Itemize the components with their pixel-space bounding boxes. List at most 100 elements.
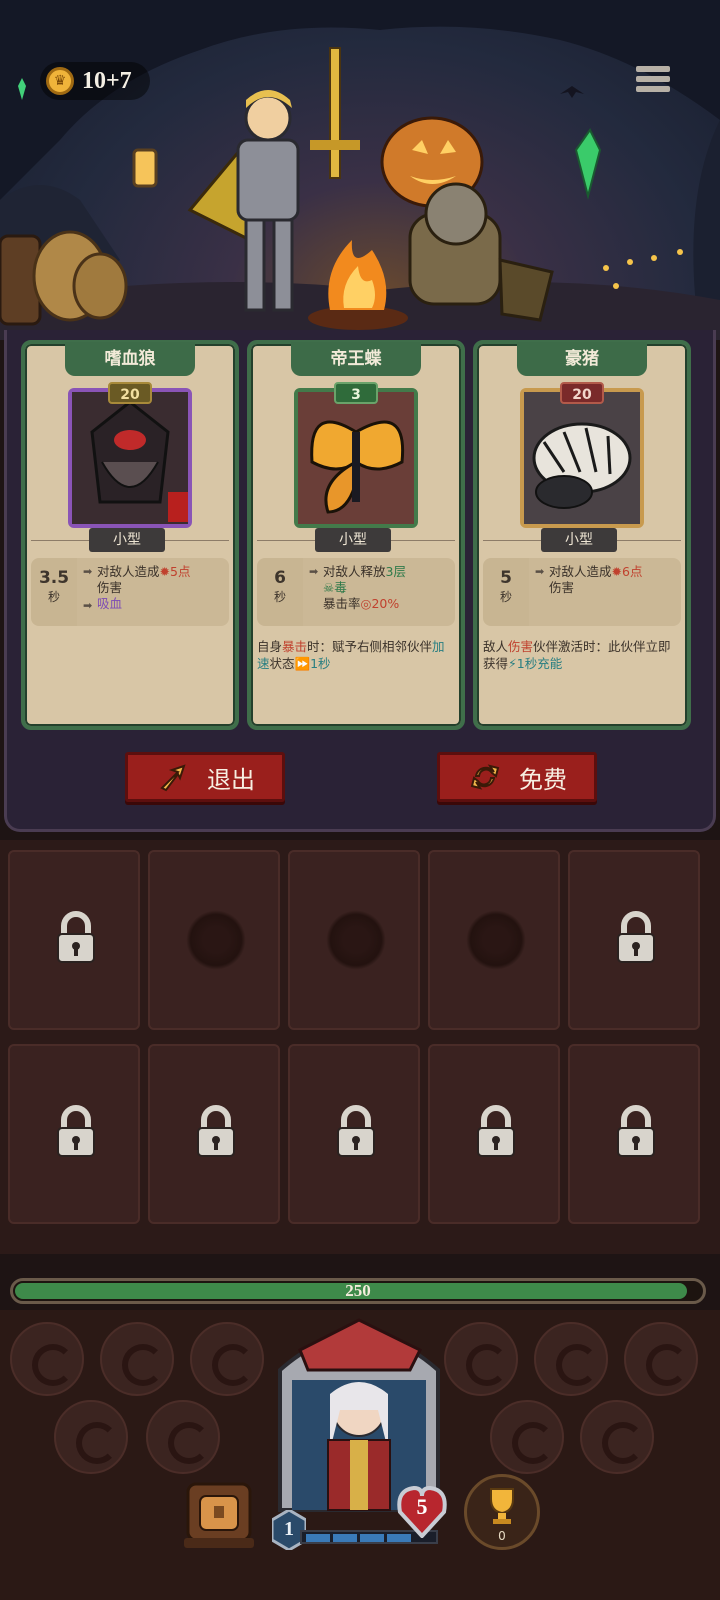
ability-slot[interactable] (100, 1322, 174, 1396)
cooldown-value: 6 (274, 568, 286, 588)
locked-slot[interactable] (8, 1044, 140, 1224)
haste-time: 1秒 (310, 656, 331, 671)
haste-icon: ⏩ (294, 656, 311, 671)
lock-icon (477, 1105, 515, 1157)
empty-slot[interactable] (428, 850, 560, 1030)
damage-keyword: 伤害 (508, 639, 534, 654)
ability-slot[interactable] (190, 1322, 264, 1396)
effect-suffix: 伤害 (97, 580, 123, 595)
spiral-icon (466, 910, 526, 970)
shop-card-wolf[interactable]: 嗜血狼 20 小型 3.5 秒 ➡ 对敌人造成✹5点 伤害 ➡ 吸血 (21, 340, 239, 730)
empty-slot[interactable] (288, 850, 420, 1030)
poison-label: 毒 (334, 580, 347, 595)
card-name: 帝王蝶 (291, 342, 421, 376)
cooldown-value: 5 (500, 568, 512, 588)
porcupine-art (524, 392, 640, 524)
refresh-icon (467, 759, 503, 795)
health-value: 250 (345, 1281, 371, 1300)
passive-text: 时：赋予右侧相邻伙伴 (307, 639, 433, 654)
cooldown-value: 3.5 (38, 568, 70, 588)
ability-slot[interactable] (10, 1322, 84, 1396)
damage-icon: ✹ (611, 564, 622, 579)
card-name: 豪猪 (517, 342, 647, 376)
exit-button[interactable]: 退出 (125, 752, 285, 802)
card-type: 小型 (541, 528, 617, 552)
card-art-porcupine: 20 (520, 382, 644, 528)
ability-slot[interactable] (146, 1400, 220, 1474)
empty-slot[interactable] (148, 850, 280, 1030)
crit-keyword: 暴击 (282, 639, 308, 654)
effect-box: ➡ 对敌人造成✹6点 伤害 (529, 558, 681, 626)
chest-icon (184, 1482, 254, 1548)
charge-time: 1秒 (516, 656, 538, 671)
charge-icon: ⚡ (508, 656, 517, 671)
ability-slot[interactable] (534, 1322, 608, 1396)
card-art-butterfly: 3 (294, 382, 418, 528)
card-level-badge: 20 (560, 382, 604, 404)
shop-card-butterfly[interactable]: 帝王蝶 3 小型 6 秒 ➡ 对敌人释放3层 ☠毒 暴击率◎20% 自身暴击时：… (247, 340, 465, 730)
charge-keyword: 充能 (537, 656, 563, 671)
lock-icon (617, 911, 655, 963)
free-label: 免费 (519, 765, 567, 794)
cooldown-box: 5 秒 (483, 558, 529, 626)
locked-slot[interactable] (568, 850, 700, 1030)
locked-slot[interactable] (568, 1044, 700, 1224)
hamburger-menu-icon (636, 66, 670, 72)
free-refresh-button[interactable]: 免费 (437, 752, 597, 802)
effect-text: 对敌人造成 (97, 564, 160, 579)
damage-icon: ✹ (159, 564, 170, 579)
effect-suffix: 伤害 (549, 580, 575, 595)
ability-slot[interactable] (54, 1400, 128, 1474)
card-art-wolf: 20 (68, 382, 192, 528)
crit-label: 暴击率 (323, 596, 361, 611)
lock-icon (197, 1105, 235, 1157)
xp-segment (360, 1534, 384, 1542)
card-type: 小型 (315, 528, 391, 552)
coin-counter: ♛ 10+7 (40, 62, 150, 100)
shop-card-porcupine[interactable]: 豪猪 20 小型 5 秒 ➡ 对敌人造成✹6点 伤害 敌人伤害伙伴激活时：此伙伴… (473, 340, 691, 730)
effect-value: 3层 (385, 564, 406, 579)
arrow-icon: ➡ (535, 565, 545, 578)
trophy-count: 0 (498, 1529, 506, 1543)
coin-value: 10+7 (82, 67, 132, 94)
exit-arrow-icon (155, 759, 191, 795)
spiral-icon (186, 910, 246, 970)
crit-value: 20% (371, 596, 400, 611)
card-type: 小型 (89, 528, 165, 552)
card-passive: 自身暴击时：赋予右侧相邻伙伴加速状态⏩1秒 (257, 638, 457, 672)
campfire-scene: ♛ 10+7 (0, 0, 720, 340)
effect-text: 对敌人造成 (549, 564, 612, 579)
ability-slot[interactable] (624, 1322, 698, 1396)
trophy-button[interactable]: 0 (464, 1474, 540, 1550)
card-level-badge: 3 (334, 382, 378, 404)
cooldown-unit: 秒 (47, 590, 60, 604)
locked-slot[interactable] (148, 1044, 280, 1224)
xp-segment (306, 1534, 330, 1542)
inventory-chest-button[interactable] (184, 1478, 254, 1550)
lock-icon (337, 1105, 375, 1157)
ability-slot[interactable] (490, 1400, 564, 1474)
locked-slot[interactable] (288, 1044, 420, 1224)
locked-slot[interactable] (428, 1044, 560, 1224)
effect-value: 6点 (622, 564, 643, 579)
lock-icon (57, 1105, 95, 1157)
crown-coin-icon: ♛ (46, 67, 74, 95)
effect-box: ➡ 对敌人造成✹5点 伤害 ➡ 吸血 (77, 558, 229, 626)
backpack-grid (0, 840, 720, 1254)
lock-icon (617, 1105, 655, 1157)
ability-slot[interactable] (580, 1400, 654, 1474)
cooldown-unit: 秒 (273, 590, 286, 604)
cooldown-box: 6 秒 (257, 558, 303, 626)
arrow-icon: ➡ (309, 565, 319, 578)
locked-slot[interactable] (8, 850, 140, 1030)
passive-text: 状态 (269, 656, 295, 671)
butterfly-art (298, 392, 414, 524)
xp-segment (333, 1534, 357, 1542)
cooldown-box: 3.5 秒 (31, 558, 77, 626)
lock-icon (57, 911, 95, 963)
spiral-icon (326, 910, 386, 970)
menu-button[interactable] (636, 66, 670, 100)
trophy-icon (490, 1488, 514, 1524)
card-passive: 敌人伤害伙伴激活时：此伙伴立即获得⚡1秒充能 (483, 638, 683, 672)
ability-slot[interactable] (444, 1322, 518, 1396)
